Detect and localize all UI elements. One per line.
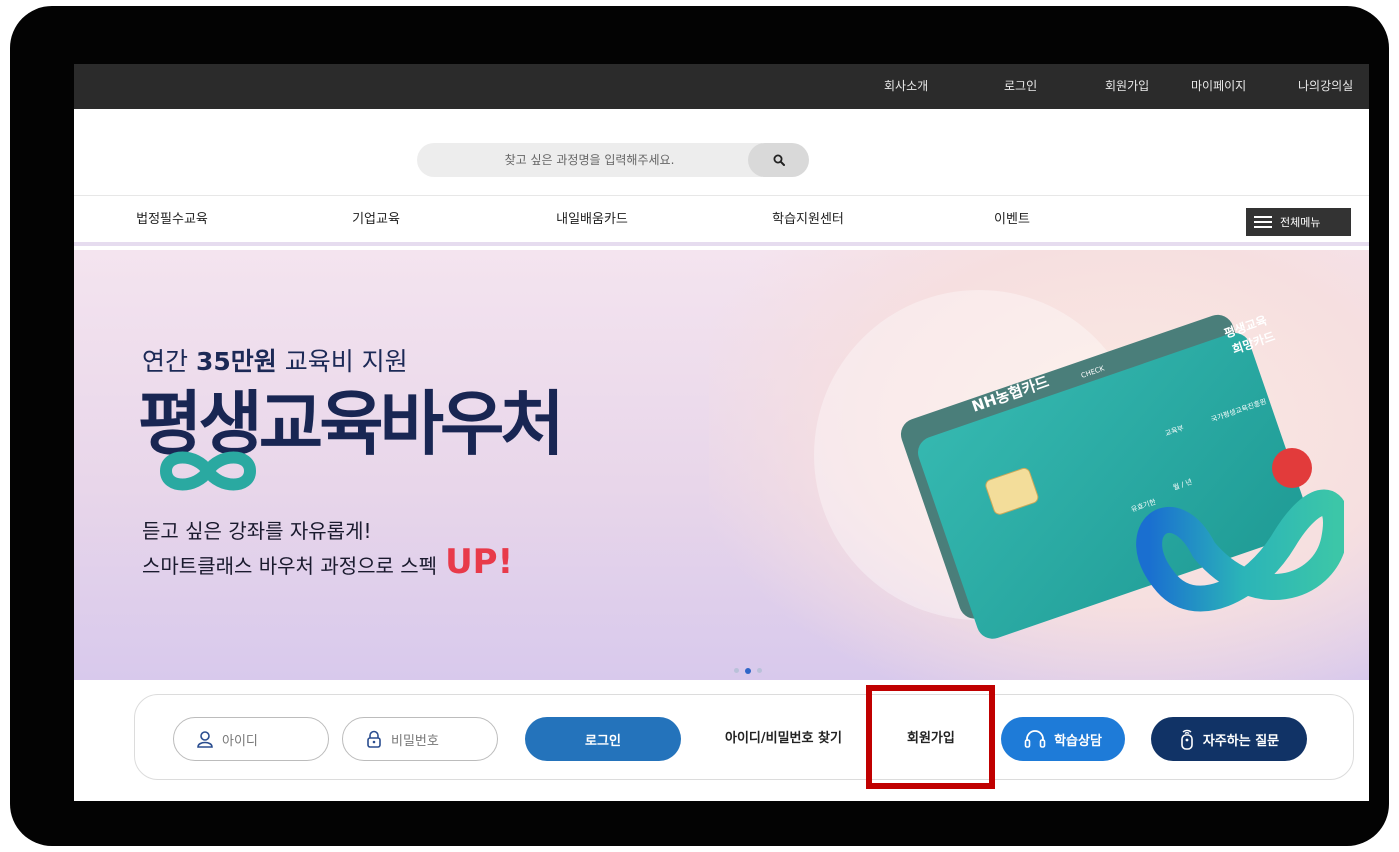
all-menu-button[interactable]: 전체메뉴 <box>1246 208 1351 236</box>
browser-screen: 회사소개 로그인 회원가입 마이페이지 나의강의실 법정필수교육 기업교육 내일… <box>74 64 1369 801</box>
banner-headline-post: 교육비 지원 <box>276 347 408 376</box>
banner-subtext-2-text: 스마트클래스 바우처 과정으로 스펙 <box>142 554 438 578</box>
carousel-dot-1[interactable] <box>734 668 739 673</box>
util-join-link[interactable]: 회원가입 <box>1105 64 1149 109</box>
banner-headline-pre: 연간 <box>142 347 196 376</box>
password-placeholder: 비밀번호 <box>391 733 439 749</box>
banner-headline-amount: 35만원 <box>195 347 277 376</box>
carousel-dot-2-active[interactable] <box>745 667 751 674</box>
nav-item-corporate-education[interactable]: 기업교육 <box>352 196 400 244</box>
utility-bar: 회사소개 로그인 회원가입 마이페이지 나의강의실 <box>74 64 1369 109</box>
infinity-logo-icon <box>160 451 256 491</box>
consult-button[interactable]: 학습상담 <box>1001 717 1125 761</box>
nav-item-naeil-card[interactable]: 내일배움카드 <box>556 196 628 244</box>
id-placeholder: 아이디 <box>222 733 258 749</box>
banner-up-emphasis: UP! <box>445 542 514 582</box>
banner-subtext-1: 듣고 싶은 강좌를 자유롭게! <box>142 519 372 543</box>
main-nav: 법정필수교육 기업교육 내일배움카드 학습지원센터 이벤트 전체메뉴 <box>74 196 1369 246</box>
password-field[interactable]: 비밀번호 <box>342 717 498 761</box>
nav-item-event[interactable]: 이벤트 <box>994 196 1030 244</box>
util-login-link[interactable]: 로그인 <box>1004 64 1037 109</box>
headset-icon <box>1024 730 1046 748</box>
search-icon <box>773 154 785 166</box>
search-input[interactable] <box>417 143 762 177</box>
hero-banner[interactable]: 연간 35만원 교육비 지원 평생교육바우처 듣고 싶은 강좌를 자유롭게! 스… <box>74 250 1369 680</box>
search-row <box>74 109 1369 196</box>
hamburger-icon <box>1254 216 1272 228</box>
carousel-dot-3[interactable] <box>757 668 762 673</box>
util-mypage-link[interactable]: 마이페이지 <box>1191 64 1246 109</box>
search-button[interactable] <box>748 143 809 177</box>
lock-icon <box>367 730 381 748</box>
nav-item-learning-support[interactable]: 학습지원센터 <box>772 196 844 244</box>
user-icon <box>197 731 213 748</box>
util-myclass-link[interactable]: 나의강의실 <box>1298 64 1353 109</box>
consult-label: 학습상담 <box>1054 733 1102 749</box>
nav-item-legal-education[interactable]: 법정필수교육 <box>136 196 208 244</box>
all-menu-label: 전체메뉴 <box>1280 216 1321 229</box>
faq-label: 자주하는 질문 <box>1202 733 1280 749</box>
quick-login-bar: 아이디 비밀번호 로그인 아이디/비밀번호 찾기 회원가입 학습상담 자주하는 … <box>134 694 1354 780</box>
login-button[interactable]: 로그인 <box>525 717 681 761</box>
remote-question-icon <box>1181 729 1193 750</box>
find-id-password-link[interactable]: 아이디/비밀번호 찾기 <box>725 717 842 761</box>
id-field[interactable]: 아이디 <box>173 717 329 761</box>
join-link[interactable]: 회원가입 <box>907 717 955 761</box>
banner-headline: 연간 35만원 교육비 지원 <box>142 342 408 378</box>
banner-subtext-2: 스마트클래스 바우처 과정으로 스펙 UP! <box>142 542 513 582</box>
carousel-dots <box>734 667 762 674</box>
faq-button[interactable]: 자주하는 질문 <box>1151 717 1307 761</box>
util-company-link[interactable]: 회사소개 <box>884 64 928 109</box>
voucher-card-illustration: NH농협카드 CHECK 평생교육 희망카드 교육부 국가평생교육진흥원 월 /… <box>900 312 1344 639</box>
